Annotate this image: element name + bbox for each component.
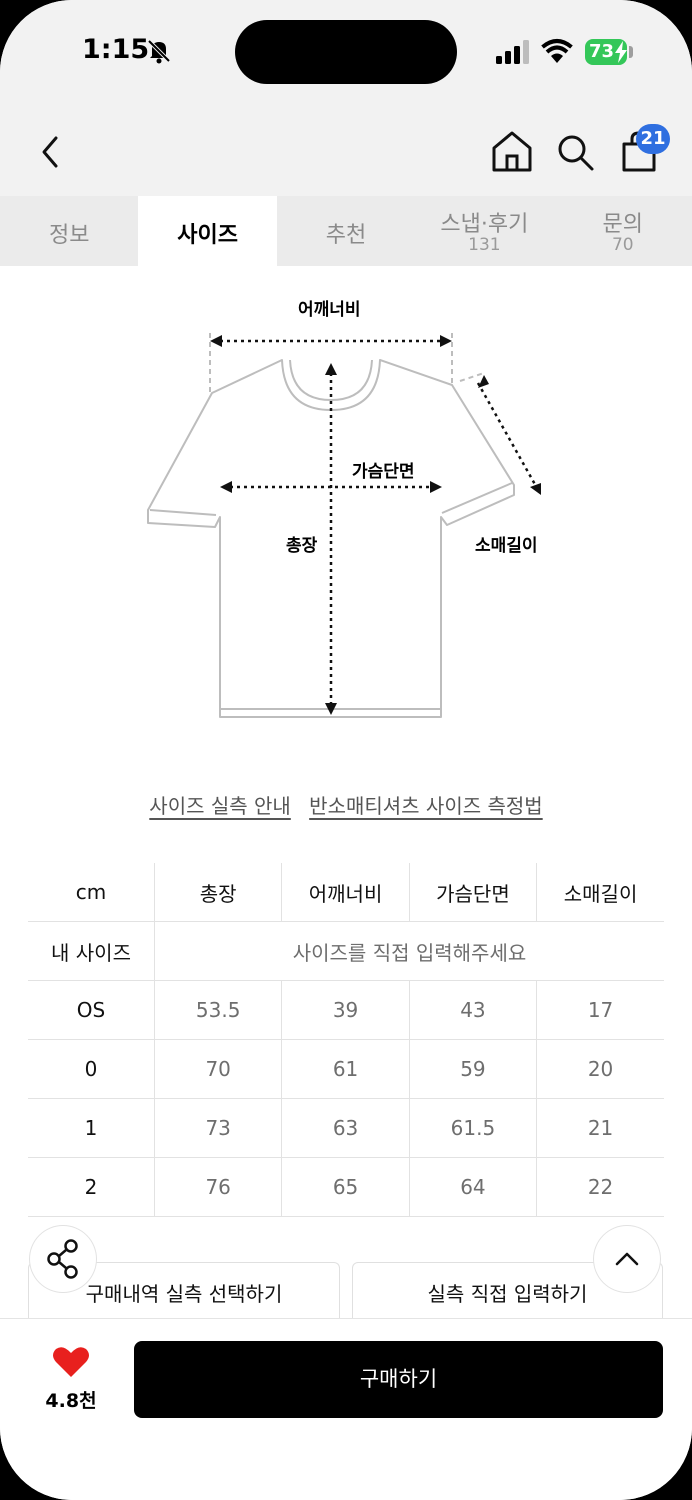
navigation-bar: 21 [0, 104, 692, 196]
tab-info[interactable]: 정보 [0, 196, 138, 266]
table-cell: 43 [408, 980, 538, 1040]
tab-count: 70 [611, 235, 634, 255]
measure-method-link[interactable]: 반소매티셔츠 사이즈 측정법 [309, 794, 543, 818]
tab-label: 사이즈 [177, 223, 238, 248]
tab-size[interactable]: 사이즈 [138, 196, 277, 266]
size-label: 0 [28, 1039, 155, 1099]
label-chest: 가슴단면 [352, 462, 415, 482]
tshirt-diagram-illustration [147, 333, 541, 718]
size-label: OS [28, 980, 155, 1040]
heart-icon[interactable] [52, 1346, 90, 1378]
status-bar: 1:15 73 [0, 0, 692, 104]
tab-recommend[interactable]: 추천 [277, 196, 415, 266]
share-icon [47, 1239, 78, 1279]
my-size-label: 내 사이즈 [28, 921, 155, 981]
home-icon[interactable] [490, 130, 534, 172]
table-cell: 65 [281, 1157, 410, 1217]
my-size-input-prompt[interactable]: 사이즈를 직접 입력해주세요 [154, 921, 664, 981]
table-row: OS 53.5 39 43 17 [28, 980, 664, 1040]
table-cell: 17 [536, 980, 664, 1040]
table-row: 2 76 65 64 22 [28, 1157, 664, 1217]
tab-inquiry[interactable]: 문의 70 [554, 196, 692, 266]
size-guide-link[interactable]: 사이즈 실측 안내 [149, 794, 291, 818]
table-cell: 76 [153, 1157, 283, 1217]
size-label: 1 [28, 1098, 155, 1158]
tab-label: 문의 [602, 212, 643, 237]
header-length: 총장 [153, 863, 283, 922]
battery-tip [629, 46, 633, 58]
table-cell: 39 [281, 980, 410, 1040]
tab-label: 스냅·후기 [440, 212, 529, 237]
size-table: cm 총장 어깨너비 가슴단면 소매길이 내 사이즈 사이즈를 직접 입력해주세… [28, 863, 664, 1217]
label-length: 총장 [286, 536, 318, 556]
table-cell: 61 [281, 1039, 410, 1099]
wifi-icon [541, 39, 573, 63]
table-cell: 64 [408, 1157, 538, 1217]
phone-screen: 1:15 73 21 정보 사이즈 추천 스냅·후기 131 문의 70 어깨너… [0, 0, 692, 1500]
size-guide-links: 사이즈 실측 안내 반소매티셔츠 사이즈 측정법 [0, 790, 692, 819]
table-cell: 59 [408, 1039, 538, 1099]
tab-snap-review[interactable]: 스냅·후기 131 [415, 196, 553, 266]
size-label: 2 [28, 1157, 155, 1217]
status-time: 1:15 [82, 34, 150, 65]
tab-count: 131 [468, 235, 501, 255]
table-cell: 53.5 [153, 980, 283, 1040]
buy-button[interactable]: 구매하기 [134, 1341, 663, 1418]
my-size-row[interactable]: 내 사이즈 사이즈를 직접 입력해주세요 [28, 921, 664, 981]
table-cell: 70 [153, 1039, 283, 1099]
tab-label: 추천 [325, 223, 367, 248]
share-button[interactable] [30, 1226, 96, 1292]
scroll-top-button[interactable] [594, 1226, 660, 1292]
label-shoulder: 어깨너비 [298, 300, 361, 320]
table-cell: 73 [153, 1098, 283, 1158]
table-cell: 63 [281, 1098, 410, 1158]
back-arrow-icon[interactable] [36, 134, 66, 170]
silent-bell-icon [147, 39, 171, 64]
table-row: 1 73 63 61.5 21 [28, 1098, 664, 1158]
table-cell: 22 [536, 1157, 664, 1217]
table-row: 0 70 61 59 20 [28, 1039, 664, 1099]
header-sleeve: 소매길이 [536, 863, 664, 922]
table-cell: 20 [536, 1039, 664, 1099]
table-cell: 61.5 [408, 1098, 538, 1158]
tab-label: 정보 [48, 223, 90, 248]
like-count: 4.8천 [45, 1390, 97, 1412]
label-sleeve: 소매길이 [475, 536, 538, 556]
header-chest: 가슴단면 [408, 863, 538, 922]
table-cell: 21 [536, 1098, 664, 1158]
search-icon[interactable] [555, 132, 595, 172]
product-tabs: 정보 사이즈 추천 스냅·후기 131 문의 70 [0, 196, 692, 266]
cart-count-badge: 21 [636, 124, 670, 154]
dynamic-island [235, 20, 457, 84]
chevron-up-icon [615, 1252, 639, 1266]
charging-bolt-icon [615, 41, 627, 63]
table-header-row: cm 총장 어깨너비 가슴단면 소매길이 [28, 863, 664, 922]
cellular-signal-icon [496, 40, 529, 64]
header-unit: cm [28, 863, 155, 922]
header-shoulder: 어깨너비 [281, 863, 410, 922]
size-diagram: 어깨너비 가슴단면 총장 소매길이 [130, 285, 570, 725]
